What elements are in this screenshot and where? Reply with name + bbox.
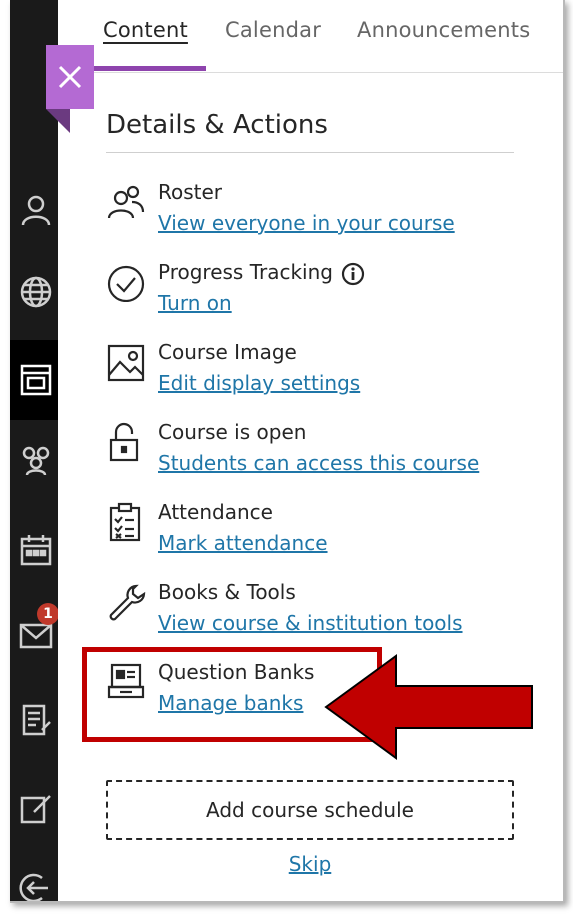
edit-icon — [20, 795, 51, 824]
info-icon[interactable] — [341, 262, 365, 286]
nav-institution[interactable] — [10, 262, 58, 322]
nav-edit[interactable] — [10, 778, 58, 838]
close-icon — [58, 65, 82, 89]
left-navigation: 1 — [10, 0, 59, 901]
close-tab-fold — [46, 109, 70, 133]
tab-content[interactable]: Content — [103, 18, 188, 42]
unlock-icon — [109, 422, 139, 462]
attendance-link[interactable]: Mark attendance — [158, 531, 328, 555]
books-tools-link[interactable]: View course & institution tools — [158, 611, 463, 635]
add-course-schedule-button[interactable]: Add course schedule — [106, 780, 514, 840]
globe-icon — [20, 276, 52, 308]
courses-icon — [20, 364, 52, 396]
grades-icon — [22, 704, 51, 736]
course-open-item: Course is open Students can access this … — [106, 420, 526, 490]
nav-courses[interactable] — [10, 340, 58, 420]
nav-calendar[interactable] — [10, 520, 58, 580]
messages-badge: 1 — [37, 603, 59, 625]
course-image-label: Course Image — [158, 340, 297, 364]
groups-icon — [22, 446, 50, 476]
roster-icon — [107, 185, 145, 219]
progress-tracking-link[interactable]: Turn on — [158, 291, 232, 315]
panel-title: Details & Actions — [106, 110, 328, 140]
nav-profile[interactable] — [10, 180, 58, 240]
attendance-clipboard-icon — [109, 502, 141, 542]
roster-item: Roster View everyone in your course — [106, 180, 526, 250]
progress-tracking-label: Progress Tracking — [158, 260, 365, 286]
profile-icon — [21, 195, 51, 226]
sign-out-icon — [19, 873, 48, 901]
calendar-icon — [20, 535, 52, 566]
roster-link[interactable]: View everyone in your course — [158, 211, 455, 235]
active-tab-indicator — [84, 66, 206, 71]
books-tools-label: Books & Tools — [158, 580, 296, 604]
close-button[interactable] — [46, 45, 94, 109]
progress-tracking-text: Progress Tracking — [158, 260, 333, 284]
course-image-link[interactable]: Edit display settings — [158, 371, 360, 395]
course-open-link[interactable]: Students can access this course — [158, 451, 479, 475]
nav-grades[interactable] — [10, 690, 58, 750]
progress-check-icon — [107, 265, 145, 302]
nav-sign-out[interactable] — [10, 858, 58, 901]
app-window: 1 Content Calendar Announcements Details… — [10, 0, 565, 903]
attendance-item: Attendance Mark attendance — [106, 500, 526, 570]
roster-label: Roster — [158, 180, 223, 204]
progress-tracking-item: Progress Tracking Turn on — [106, 260, 526, 330]
attendance-label: Attendance — [158, 500, 273, 524]
course-image-item: Course Image Edit display settings — [106, 340, 526, 410]
tab-announcements[interactable]: Announcements — [357, 18, 530, 42]
callout-arrow-icon — [324, 654, 533, 760]
skip-link[interactable]: Skip — [58, 852, 562, 876]
tab-calendar[interactable]: Calendar — [225, 18, 321, 42]
course-open-label: Course is open — [158, 420, 307, 444]
course-tabs: Content Calendar Announcements — [58, 0, 563, 73]
details-panel: Content Calendar Announcements Details &… — [58, 0, 563, 901]
title-divider — [106, 152, 514, 153]
books-tools-item: Books & Tools View course & institution … — [106, 580, 526, 650]
nav-organizations[interactable] — [10, 430, 58, 490]
wrench-icon — [109, 584, 146, 621]
image-icon — [107, 344, 145, 382]
